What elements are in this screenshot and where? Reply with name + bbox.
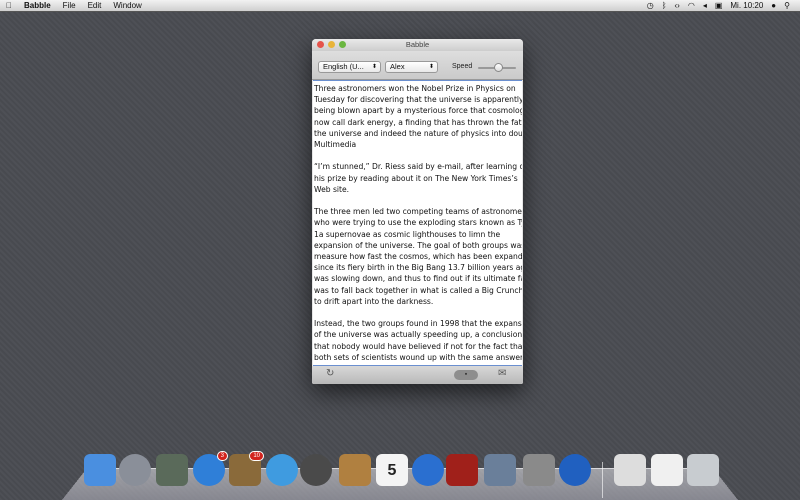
title-bar[interactable]: Babble: [312, 39, 523, 51]
dock-finder-icon[interactable]: [84, 454, 116, 486]
text-line: who were trying to use the exploding sta…: [314, 218, 522, 228]
dock-system-preferences-icon[interactable]: [523, 454, 555, 486]
window-title: Babble: [405, 40, 430, 49]
text-line: both sets of scientists wound up with th…: [314, 352, 522, 362]
badge: 3: [216, 451, 228, 461]
text-line: measure how fast the cosmos, which has b…: [314, 252, 522, 262]
text-line: Web site.: [314, 184, 350, 194]
menu-bar:  Babble File Edit Window ◷ ᛒ ‹› ◠ ◂ ▣ M…: [0, 0, 800, 12]
text-line: expansion of the universe. The goal of b…: [314, 240, 522, 250]
dock-trash-icon[interactable]: [687, 454, 719, 486]
spotlight-icon[interactable]: ⚲: [784, 1, 790, 10]
minimize-button[interactable]: [328, 41, 335, 48]
dock-address-book-icon[interactable]: [339, 454, 371, 486]
text-line: that nobody would have believed if not f…: [314, 341, 522, 351]
vpn-icon[interactable]: ‹›: [675, 1, 680, 10]
paragraph: Instead, the two groups found in 1998 th…: [314, 318, 522, 365]
clock[interactable]: Mi. 10:20: [730, 1, 763, 10]
text-line: to drift apart into the darkness.: [314, 296, 434, 306]
toolbar: English (U... ⬍ Alex ⬍ Speed: [312, 51, 523, 80]
time-machine-icon[interactable]: ◷: [647, 1, 654, 10]
dock-documents-stack-icon[interactable]: [614, 454, 646, 486]
dock-launchpad-icon[interactable]: [119, 454, 151, 486]
text-line: The three men led two competing teams of…: [314, 207, 522, 217]
menu-window[interactable]: Window: [107, 1, 147, 10]
text-line: being blown apart by a mysterious force …: [314, 106, 522, 116]
dock-itunes-icon[interactable]: [412, 454, 444, 486]
text-line: now call dark energy, a finding that has…: [314, 117, 522, 127]
text-line: “I’m stunned,” Dr. Riess said by e-mail,…: [314, 162, 522, 172]
menu-edit[interactable]: Edit: [82, 1, 108, 10]
text-line: Multimedia: [314, 140, 357, 150]
dock-iphoto-icon[interactable]: [484, 454, 516, 486]
speed-slider-knob[interactable]: [494, 63, 504, 72]
text-line: Three astronomers won the Nobel Prize in…: [314, 84, 516, 93]
updown-arrows-icon: ⬍: [371, 64, 377, 70]
dock-facetime-icon[interactable]: [300, 454, 332, 486]
close-button[interactable]: [317, 41, 324, 48]
dock-photo-booth-icon[interactable]: [446, 454, 478, 486]
text-view[interactable]: Three astronomers won the Nobel Prize in…: [313, 80, 522, 366]
dock-safari-icon[interactable]: [266, 454, 298, 486]
text-line: his prize by reading about it on The New…: [314, 173, 518, 183]
zoom-button[interactable]: [339, 41, 346, 48]
text-line: 1a supernovae as cosmic lighthouses to l…: [314, 229, 501, 239]
language-popup[interactable]: English (U... ⬍: [318, 61, 381, 73]
language-value: English (U...: [323, 62, 364, 71]
save-button[interactable]: ▪: [454, 370, 478, 380]
speed-slider[interactable]: [478, 63, 516, 72]
text-line: was slowing down, and thus to find out i…: [314, 274, 522, 284]
menu-file[interactable]: File: [57, 1, 82, 10]
text-line: of the universe was actually speeding up…: [314, 330, 522, 340]
text-line: the universe and indeed the nature of ph…: [314, 128, 522, 138]
dock-file-icon[interactable]: [651, 454, 683, 486]
dock-mail-icon[interactable]: 10: [229, 451, 264, 486]
reload-icon[interactable]: ↻: [326, 368, 334, 379]
dock-calendar-icon[interactable]: 5: [376, 454, 408, 486]
battery-icon[interactable]: ▣: [715, 1, 723, 10]
save-icon: ▪: [464, 371, 468, 378]
mail-icon[interactable]: ✉: [498, 368, 506, 379]
paragraph: The three men led two competing teams of…: [314, 206, 522, 307]
voice-value: Alex: [390, 62, 405, 71]
badge: 10: [249, 451, 264, 461]
text-line: Tuesday for discovering that the univers…: [314, 95, 522, 105]
dock-separator: [602, 462, 603, 498]
text-line: since its fiery birth in the Big Bang 13…: [314, 263, 522, 273]
text-line: Instead, the two groups found in 1998 th…: [314, 319, 522, 329]
menu-app[interactable]: Babble: [18, 1, 57, 10]
user-icon[interactable]: ●: [771, 1, 776, 10]
dock-app-store-icon[interactable]: 3: [193, 451, 228, 486]
bottom-bar: ↻ ▪ ✉: [312, 366, 523, 384]
speed-label: Speed: [452, 63, 473, 70]
apple-icon[interactable]: : [0, 1, 18, 10]
babble-window: Babble English (U... ⬍ Alex ⬍ Speed Three …: [312, 39, 523, 384]
calendar-day: 5: [387, 462, 397, 479]
paragraph: Three astronomers won the Nobel Prize in…: [314, 83, 522, 150]
dock-mission-control-icon[interactable]: [156, 454, 188, 486]
text-line: was to fall back together in what is cal…: [314, 285, 522, 295]
volume-icon[interactable]: ◂: [703, 1, 707, 10]
dock-babble-icon[interactable]: [559, 454, 591, 486]
wifi-icon[interactable]: ◠: [688, 1, 695, 10]
paragraph: “I’m stunned,” Dr. Riess said by e-mail,…: [314, 161, 522, 195]
voice-popup[interactable]: Alex ⬍: [385, 61, 438, 73]
bluetooth-icon[interactable]: ᛒ: [662, 1, 667, 10]
updown-arrows-icon: ⬍: [428, 64, 434, 70]
